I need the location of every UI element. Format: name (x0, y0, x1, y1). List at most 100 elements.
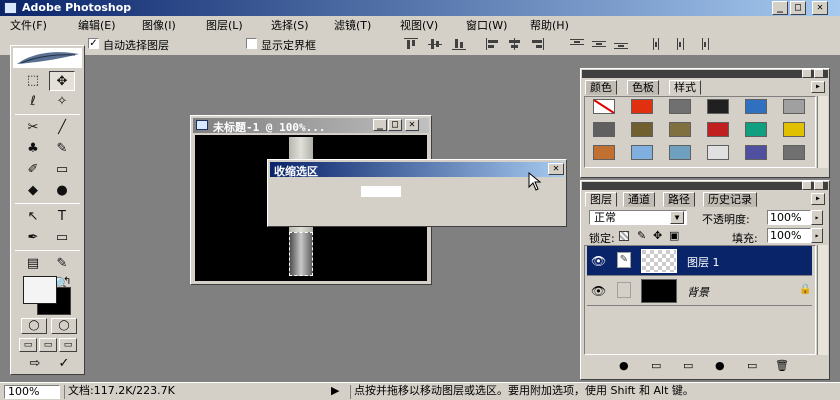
distribute-right-icon[interactable] (696, 38, 710, 50)
show-bounds-checkbox[interactable] (246, 38, 257, 49)
dialog-input-field[interactable] (361, 186, 401, 197)
style-swatch[interactable] (593, 122, 615, 137)
stamp-tool-icon[interactable]: ♣ (20, 139, 46, 159)
close-button[interactable]: ✕ (812, 1, 828, 15)
styles-panel-menu-button[interactable]: ▸ (811, 81, 825, 93)
style-swatch[interactable] (593, 99, 615, 114)
slice-tool-icon[interactable]: ╱ (49, 118, 75, 138)
align-top-icon[interactable] (404, 38, 418, 50)
menu-select[interactable]: 选择(S) (271, 17, 309, 33)
styles-scrollbar[interactable] (817, 96, 828, 168)
layer-row-layer1[interactable]: 👁 ✎ 图层 1 (587, 246, 812, 276)
auto-select-checkbox[interactable]: ✓ (88, 38, 99, 49)
align-vcenter-icon[interactable] (428, 38, 442, 50)
style-swatch[interactable] (745, 145, 767, 160)
distribute-bottom-icon[interactable] (614, 38, 628, 50)
brush-tool-icon[interactable]: ✎ (49, 139, 75, 159)
style-swatch[interactable] (745, 99, 767, 114)
blend-mode-select[interactable]: 正常 ▼ (589, 210, 687, 225)
lock-paint-icon[interactable]: ✎ (637, 229, 646, 242)
dodge-tool-icon[interactable]: ● (49, 181, 75, 201)
brush-link-icon[interactable]: ✎ (617, 252, 631, 268)
status-arrow-icon[interactable]: ▶ (328, 385, 344, 399)
new-set-icon[interactable]: ▭ (683, 359, 693, 372)
notes-tool-icon[interactable]: ▤ (20, 254, 46, 274)
screen-mode-standard-icon[interactable]: ▭ (19, 338, 37, 352)
new-layer-icon[interactable]: ▭ (747, 359, 757, 372)
move-tool-icon[interactable]: ✥ (49, 71, 75, 91)
maximize-button[interactable]: □ (790, 1, 806, 15)
check-icon[interactable]: ✓ (51, 356, 77, 372)
pen-tool-icon[interactable]: ✒ (20, 228, 46, 248)
eye-visibility-icon[interactable]: 👁 (591, 254, 606, 268)
trash-icon[interactable]: 🗑 (775, 359, 789, 372)
type-tool-icon[interactable]: T (49, 207, 75, 227)
distribute-left-icon[interactable] (652, 38, 666, 50)
dialog-titlebar[interactable]: 收缩选区 ✕ (270, 162, 564, 178)
lock-transparency-icon[interactable] (619, 231, 629, 241)
style-swatch[interactable] (783, 122, 805, 137)
lasso-tool-icon[interactable]: ℓ (20, 92, 46, 112)
styles-panel-close-icon[interactable] (814, 69, 824, 78)
doc-maximize-button[interactable]: □ (388, 119, 402, 131)
layers-panel-minimize-icon[interactable] (802, 181, 812, 190)
style-swatch[interactable] (783, 145, 805, 160)
standard-mode-icon[interactable]: ◯ (21, 318, 47, 334)
menu-file[interactable]: 文件(F) (10, 17, 47, 33)
eyedropper-tool-icon[interactable]: ✎ (49, 254, 75, 274)
layers-panel-close-icon[interactable] (814, 181, 824, 190)
screen-mode-full-menu-icon[interactable]: ▭ (39, 338, 57, 352)
toolbox-header-feather-icon[interactable] (13, 48, 82, 68)
menu-image[interactable]: 图像(I) (142, 17, 176, 33)
align-hcenter-icon[interactable] (508, 38, 522, 50)
lock-all-icon[interactable]: ▣ (669, 229, 679, 242)
tab-styles[interactable]: 样式 (669, 80, 701, 95)
lock-move-icon[interactable]: ✥ (653, 229, 662, 242)
tab-channels[interactable]: 通道 (623, 192, 655, 207)
eye-visibility-icon[interactable]: 👁 (591, 284, 606, 298)
document-titlebar[interactable]: 未标题-1 @ 100%... _ □ ✕ (193, 118, 429, 134)
quick-mask-mode-icon[interactable]: ◯ (51, 318, 77, 334)
doc-minimize-button[interactable]: _ (373, 119, 387, 131)
distribute-top-icon[interactable] (570, 38, 584, 50)
align-left-icon[interactable] (486, 38, 500, 50)
style-swatch[interactable] (669, 99, 691, 114)
gradient-tool-icon[interactable]: ▭ (49, 160, 75, 180)
layers-panel-menu-button[interactable]: ▸ (811, 193, 825, 205)
tab-history[interactable]: 历史记录 (703, 192, 757, 207)
crop-tool-icon[interactable]: ✂ (20, 118, 46, 138)
distribute-vcenter-icon[interactable] (592, 38, 606, 50)
distribute-hcenter-icon[interactable] (674, 38, 688, 50)
layer-row-background[interactable]: 👁 背景 🔒 (587, 276, 812, 306)
magic-wand-tool-icon[interactable]: ✧ (49, 92, 75, 112)
align-bottom-icon[interactable] (452, 38, 466, 50)
minimize-button[interactable]: _ (772, 1, 788, 15)
layer-style-icon[interactable]: ● (619, 359, 629, 372)
menu-window[interactable]: 窗口(W) (466, 17, 507, 33)
menu-help[interactable]: 帮助(H) (530, 17, 569, 33)
doc-info[interactable]: 文档:117.2K/223.7K (64, 385, 324, 399)
align-right-icon[interactable] (530, 38, 544, 50)
style-swatch[interactable] (707, 145, 729, 160)
fill-input[interactable]: 100% (767, 228, 811, 243)
tab-color[interactable]: 颜色 (585, 80, 617, 95)
shape-tool-icon[interactable]: ▭ (49, 228, 75, 248)
style-swatch[interactable] (631, 99, 653, 114)
opacity-slider-button[interactable]: ▸ (811, 210, 823, 225)
style-swatch[interactable] (593, 145, 615, 160)
style-swatch[interactable] (631, 122, 653, 137)
layer-mask-icon[interactable]: ▭ (651, 359, 661, 372)
screen-mode-full-icon[interactable]: ▭ (59, 338, 77, 352)
doc-close-button[interactable]: ✕ (405, 119, 419, 131)
menu-layer[interactable]: 图层(L) (206, 17, 243, 33)
style-swatch[interactable] (631, 145, 653, 160)
link-slot[interactable] (617, 282, 631, 298)
swap-colors-icon[interactable]: ↰ (63, 276, 71, 287)
foreground-color-swatch[interactable] (23, 276, 57, 304)
tab-layers[interactable]: 图层 (585, 192, 617, 207)
menu-filter[interactable]: 滤镜(T) (334, 17, 371, 33)
app-titlebar[interactable]: Adobe Photoshop _ □ ✕ (0, 0, 840, 16)
zoom-field[interactable]: 100% (4, 385, 60, 399)
styles-panel-dragbar[interactable] (582, 69, 828, 78)
style-swatch[interactable] (707, 122, 729, 137)
